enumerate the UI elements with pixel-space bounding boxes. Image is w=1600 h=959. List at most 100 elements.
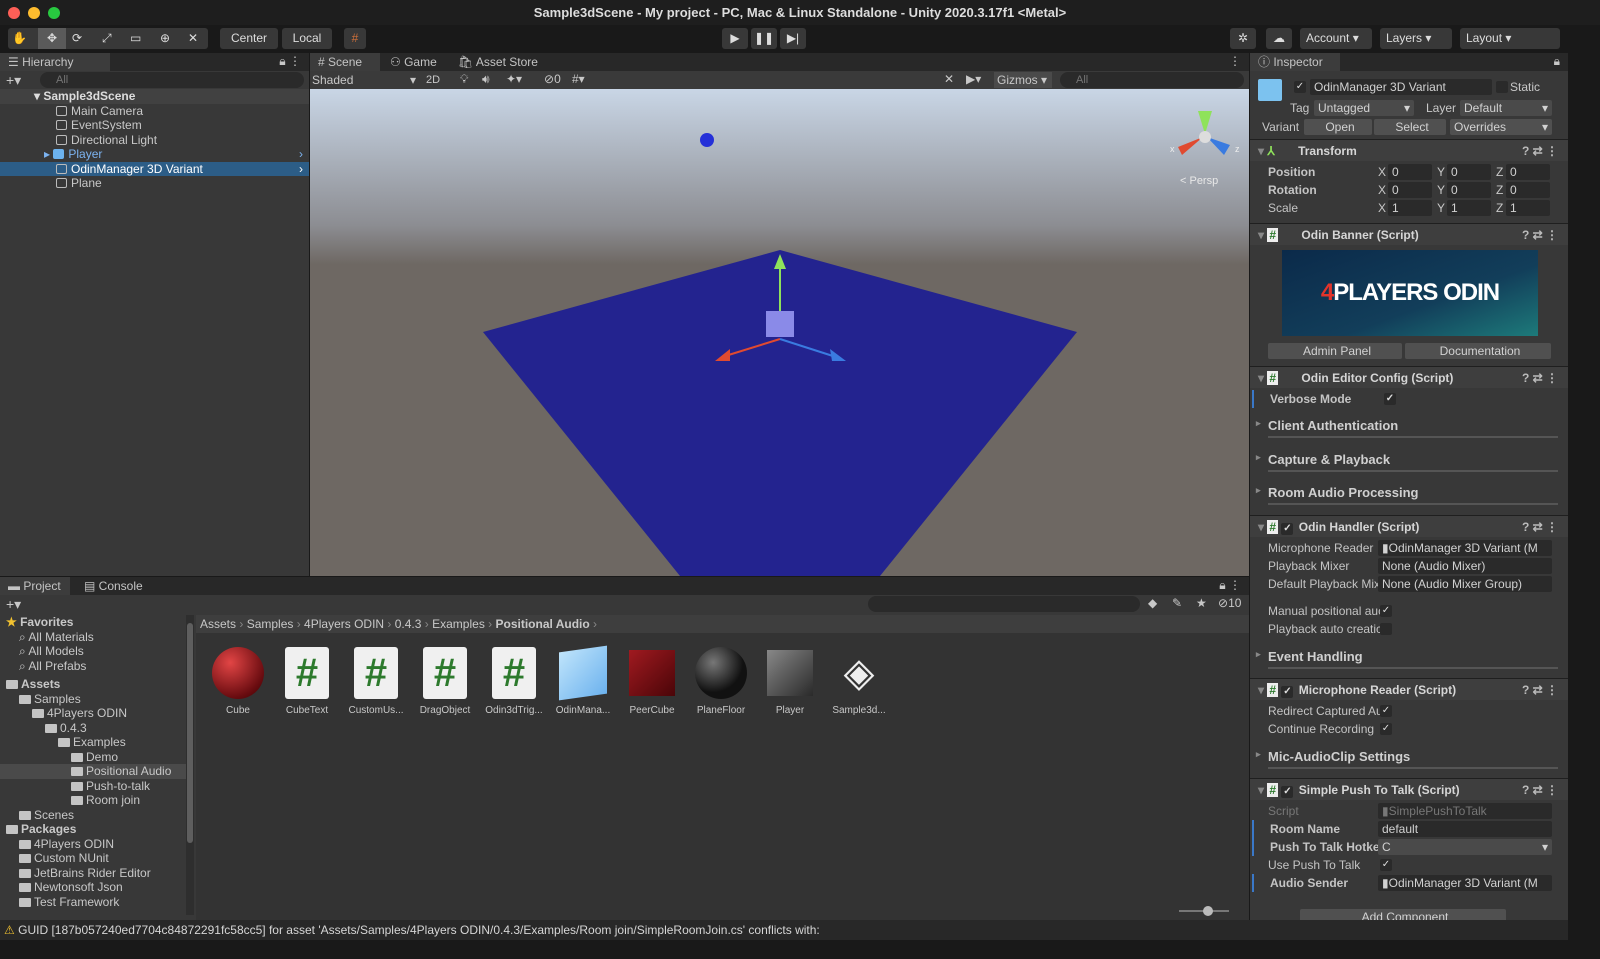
- create-button[interactable]: +▾: [6, 596, 21, 613]
- audio-icon[interactable]: 🔊︎: [482, 72, 490, 87]
- tab-inspector[interactable]: ⓘ Inspector: [1250, 53, 1340, 71]
- snap-icon[interactable]: #: [344, 28, 366, 49]
- hidden-packages-icon[interactable]: ⊘10: [1218, 596, 1241, 610]
- folder-tree-item[interactable]: Packages: [0, 822, 186, 837]
- folder-tree-item[interactable]: Newtonsoft Json: [0, 880, 186, 895]
- scene-search-input[interactable]: [1060, 72, 1244, 88]
- position-z-input[interactable]: 0: [1506, 164, 1550, 180]
- verbose-mode-checkbox[interactable]: ✓: [1384, 393, 1396, 405]
- cloud-icon[interactable]: ☁: [1266, 28, 1292, 49]
- asset-item[interactable]: Player: [758, 645, 822, 716]
- folder-tree-item[interactable]: Push-to-talk: [0, 779, 186, 794]
- close-window-button[interactable]: [8, 7, 20, 19]
- status-bar[interactable]: ⚠ GUID [187b057240ed7704c84872291fc58cc5…: [0, 920, 1568, 940]
- play-button[interactable]: ▶: [722, 28, 748, 49]
- section-mic-audioclip-settings[interactable]: ▸ Mic-AudioClip Settings: [1256, 749, 1558, 769]
- favorite-icon[interactable]: ★: [1196, 596, 1207, 610]
- pause-button[interactable]: ❚❚: [751, 28, 777, 49]
- folder-tree-item[interactable]: 4Players ODIN: [0, 837, 186, 852]
- hierarchy-item-selected[interactable]: OdinManager 3D Variant ›: [0, 161, 309, 176]
- rect-tool-icon[interactable]: ▭: [130, 28, 141, 49]
- section-event-handling[interactable]: ▸ Event Handling: [1256, 649, 1558, 669]
- folder-tree-item[interactable]: Demo: [0, 750, 186, 765]
- use-push-to-talk-checkbox[interactable]: ✓: [1380, 859, 1392, 871]
- tab-hierarchy[interactable]: ☰ Hierarchy: [0, 53, 110, 71]
- asset-item[interactable]: PeerCube: [620, 645, 684, 716]
- folder-tree-item[interactable]: Custom NUnit: [0, 851, 186, 866]
- scene-viewport[interactable]: x z < Persp: [310, 89, 1249, 576]
- breadcrumb-item[interactable]: Positional Audio: [495, 617, 589, 631]
- position-y-input[interactable]: 0: [1447, 164, 1491, 180]
- breadcrumb-item[interactable]: 4Players ODIN: [304, 617, 384, 631]
- breadcrumb-item[interactable]: Examples: [432, 617, 485, 631]
- account-dropdown[interactable]: Account ▾: [1300, 28, 1372, 49]
- filter-label-icon[interactable]: ✎: [1172, 596, 1182, 610]
- move-tool-icon[interactable]: ✥: [38, 28, 66, 49]
- section-capture-playback[interactable]: ▸ Capture & Playback: [1256, 452, 1558, 472]
- rotation-y-input[interactable]: 0: [1447, 182, 1491, 198]
- tab-game[interactable]: ⚇ Game: [382, 53, 445, 71]
- odin-editor-config-header[interactable]: ▾ # Odin Editor Config (Script)? ⇄ ⋮: [1250, 366, 1568, 388]
- directional-light-icon[interactable]: [700, 133, 714, 147]
- perspective-label[interactable]: < Persp: [1180, 175, 1218, 187]
- zoom-slider[interactable]: [1179, 906, 1229, 916]
- documentation-button[interactable]: Documentation: [1405, 343, 1551, 359]
- playback-mixer-field[interactable]: None (Audio Mixer): [1378, 558, 1552, 574]
- asset-item[interactable]: # DragObject: [413, 645, 477, 716]
- effects-icon[interactable]: ✦▾: [506, 72, 522, 86]
- selected-object[interactable]: [766, 311, 794, 337]
- object-name-field[interactable]: OdinManager 3D Variant: [1310, 79, 1492, 95]
- asset-item[interactable]: OdinMana...: [551, 645, 615, 716]
- tab-project[interactable]: ▬ Project: [0, 577, 70, 595]
- rotation-x-input[interactable]: 0: [1388, 182, 1432, 198]
- rotate-tool-icon[interactable]: ⟳: [72, 28, 82, 49]
- active-checkbox[interactable]: ✓: [1294, 81, 1306, 93]
- lock-icon[interactable]: 🔒︎ ⋮: [279, 54, 301, 69]
- folder-tree-item[interactable]: Test Framework: [0, 895, 186, 910]
- simple-push-to-talk-header[interactable]: ▾ # ✓ Simple Push To Talk (Script)? ⇄ ⋮: [1250, 778, 1568, 800]
- asset-item[interactable]: # Odin3dTrig...: [482, 645, 546, 716]
- breadcrumb-item[interactable]: 0.4.3: [395, 617, 422, 631]
- microphone-reader-header[interactable]: ▾ # ✓ Microphone Reader (Script)? ⇄ ⋮: [1250, 678, 1568, 700]
- asset-item[interactable]: # CubeText: [275, 645, 339, 716]
- playback-auto-checkbox[interactable]: [1380, 623, 1392, 635]
- scene-root[interactable]: ▾ Sample3dScene: [0, 89, 309, 104]
- asset-item[interactable]: Cube: [206, 645, 270, 716]
- grid-icon[interactable]: #▾: [572, 72, 585, 86]
- pivot-local-button[interactable]: Local: [282, 28, 332, 49]
- lock-icon[interactable]: 🔒︎: [1554, 54, 1560, 69]
- asset-item[interactable]: # CustomUs...: [344, 645, 408, 716]
- position-x-input[interactable]: 0: [1388, 164, 1432, 180]
- asset-item[interactable]: PlaneFloor: [689, 645, 753, 716]
- hierarchy-item[interactable]: Plane: [0, 176, 309, 191]
- maximize-window-button[interactable]: [48, 7, 60, 19]
- hierarchy-search-input[interactable]: [40, 72, 304, 88]
- tab-asset-store[interactable]: 🛍︎ Asset Store: [450, 53, 546, 71]
- static-checkbox[interactable]: [1496, 81, 1508, 93]
- breadcrumb-item[interactable]: Samples: [247, 617, 294, 631]
- transform-header[interactable]: ▾ ⅄ Transform? ⇄ ⋮: [1250, 139, 1568, 161]
- continue-recording-checkbox[interactable]: ✓: [1380, 723, 1392, 735]
- tools-icon[interactable]: ✕: [944, 72, 954, 86]
- scale-y-input[interactable]: 1: [1447, 200, 1491, 216]
- odin-banner-header[interactable]: ▾ # Odin Banner (Script)? ⇄ ⋮: [1250, 223, 1568, 245]
- project-search-input[interactable]: [868, 596, 1140, 612]
- folder-tree-item[interactable]: ⌕ All Prefabs: [0, 659, 186, 674]
- hierarchy-item[interactable]: ▸ Player ›: [0, 147, 309, 162]
- hand-tool-icon[interactable]: ✋: [12, 28, 27, 49]
- camera-icon[interactable]: ▶▾: [966, 72, 981, 86]
- folder-tree-item[interactable]: Assets: [0, 677, 186, 692]
- section-room-audio-processing[interactable]: ▸ Room Audio Processing: [1256, 485, 1558, 505]
- folder-tree-item[interactable]: Scenes: [0, 808, 186, 823]
- odin-handler-header[interactable]: ▾ # ✓ Odin Handler (Script)? ⇄ ⋮: [1250, 515, 1568, 537]
- open-button[interactable]: Open: [1304, 119, 1372, 135]
- add-button[interactable]: +▾: [6, 72, 21, 89]
- folder-tree-item[interactable]: Examples: [0, 735, 186, 750]
- push-to-talk-hotkey-dropdown[interactable]: C ▾: [1378, 839, 1552, 855]
- room-name-input[interactable]: default: [1378, 821, 1552, 837]
- hierarchy-item[interactable]: EventSystem: [0, 118, 309, 133]
- layer-dropdown[interactable]: Default ▾: [1460, 100, 1552, 116]
- hidden-objects-icon[interactable]: ⊘0: [544, 72, 561, 86]
- lock-icon[interactable]: 🔒︎ ⋮: [1219, 578, 1241, 593]
- microphone-reader-field[interactable]: ▮OdinManager 3D Variant (M: [1378, 540, 1552, 556]
